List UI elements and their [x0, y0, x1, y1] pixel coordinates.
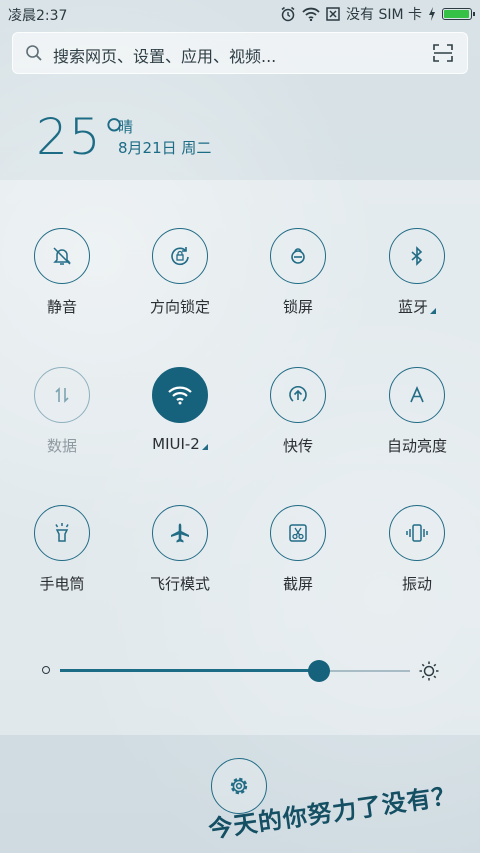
weather-widget[interactable]: 25° 晴 8月21日 周二 — [36, 108, 211, 166]
toggle-autobright-label: 自动亮度 — [386, 437, 447, 455]
search-bar[interactable]: 搜索网页、设置、应用、视频... — [12, 32, 468, 74]
battery-fill — [444, 10, 469, 18]
toggle-vibrate-circle[interactable] — [389, 505, 445, 561]
lock-icon — [291, 248, 305, 264]
toggle-data-circle[interactable] — [34, 367, 90, 423]
brightness-slider[interactable] — [40, 660, 450, 682]
toggle-airplane-label: 飞行模式 — [149, 575, 210, 593]
toggle-bluetooth-label-wrap: 蓝牙 — [372, 296, 462, 317]
weather-date: 8月21日 周二 — [118, 139, 212, 157]
toggle-bluetooth-circle[interactable] — [389, 228, 445, 284]
vibrate-icon — [406, 524, 428, 542]
toggle-airplane-circle[interactable] — [152, 505, 208, 561]
toggle-transfer-label: 快传 — [282, 437, 313, 455]
toggle-lock-screen[interactable]: 锁屏 — [253, 228, 343, 338]
toggle-bluetooth-label: 蓝牙 — [397, 298, 428, 316]
silent-bell-icon — [53, 247, 71, 265]
gear-icon — [230, 777, 248, 795]
toggle-screenshot-circle[interactable] — [270, 505, 326, 561]
scan-icon[interactable] — [433, 44, 453, 62]
brightness-thumb[interactable] — [308, 660, 330, 682]
search-placeholder[interactable]: 搜索网页、设置、应用、视频... — [53, 43, 276, 67]
toggle-silent[interactable]: 静音 — [17, 228, 107, 338]
toggle-rotation-lock[interactable]: 方向锁定 — [135, 228, 225, 338]
toggle-flashlight-circle[interactable] — [34, 505, 90, 561]
weather-condition: 晴 — [118, 118, 134, 136]
toggle-airplane[interactable]: 飞行模式 — [135, 505, 225, 615]
toggle-vibrate[interactable]: 振动 — [372, 505, 462, 615]
toggle-lock-circle[interactable] — [270, 228, 326, 284]
wifi-icon — [168, 386, 192, 405]
quick-transfer-icon — [289, 386, 307, 402]
brightness-high-icon — [419, 661, 439, 681]
toggle-screenshot[interactable]: 截屏 — [253, 505, 343, 615]
charging-icon — [429, 7, 435, 21]
toggle-quick-transfer[interactable]: 快传 — [253, 367, 343, 477]
toggle-vibrate-label: 振动 — [401, 575, 432, 593]
toggle-bluetooth[interactable]: 蓝牙 — [372, 228, 462, 338]
wifi-status-icon — [302, 7, 320, 21]
mobile-data-icon — [55, 387, 69, 403]
rotation-lock-icon — [171, 247, 189, 266]
toggle-wifi-circle[interactable] — [152, 367, 208, 423]
more-options-icon[interactable] — [201, 444, 208, 450]
toggle-silent-circle[interactable] — [34, 228, 90, 284]
battery-icon — [442, 8, 475, 20]
alarm-icon — [281, 6, 295, 22]
toggle-mobile-data[interactable]: 数据 — [17, 367, 107, 477]
toggle-wifi-label-wrap: MIUI-2 — [135, 435, 225, 453]
search-icon — [26, 45, 42, 61]
toggle-wifi-label: MIUI-2 — [152, 435, 200, 453]
toggle-transfer-circle[interactable] — [270, 367, 326, 423]
brightness-low-icon — [42, 666, 50, 674]
toggle-flashlight[interactable]: 手电筒 — [17, 505, 107, 615]
toggle-wifi[interactable]: MIUI-2 — [135, 367, 225, 477]
more-options-icon[interactable] — [430, 308, 436, 314]
brightness-track-fill — [60, 669, 319, 672]
toggle-rotation-label: 方向锁定 — [149, 298, 210, 316]
toggle-screenshot-label: 截屏 — [282, 575, 313, 593]
toggle-auto-brightness[interactable]: 自动亮度 — [372, 367, 462, 477]
flashlight-icon — [55, 523, 69, 542]
bluetooth-icon — [411, 246, 423, 266]
clock: 凌晨2:37 — [8, 8, 68, 24]
toggle-data-label: 数据 — [46, 437, 77, 455]
toggle-lock-label: 锁屏 — [282, 298, 313, 316]
toggle-rotation-circle[interactable] — [152, 228, 208, 284]
status-bar: 凌晨2:37 没有 SIM 卡 — [0, 0, 480, 28]
airplane-icon — [171, 523, 189, 543]
toggle-silent-label: 静音 — [46, 298, 77, 316]
status-icons: 没有 SIM 卡 — [280, 4, 475, 24]
temperature: 25° — [36, 108, 128, 166]
carrier-text: 没有 SIM 卡 — [346, 7, 422, 23]
toggle-flashlight-label: 手电筒 — [39, 575, 85, 593]
toggle-autobright-circle[interactable] — [389, 367, 445, 423]
auto-brightness-icon — [410, 385, 424, 403]
no-sim-icon — [326, 7, 340, 21]
screenshot-icon — [289, 524, 307, 542]
